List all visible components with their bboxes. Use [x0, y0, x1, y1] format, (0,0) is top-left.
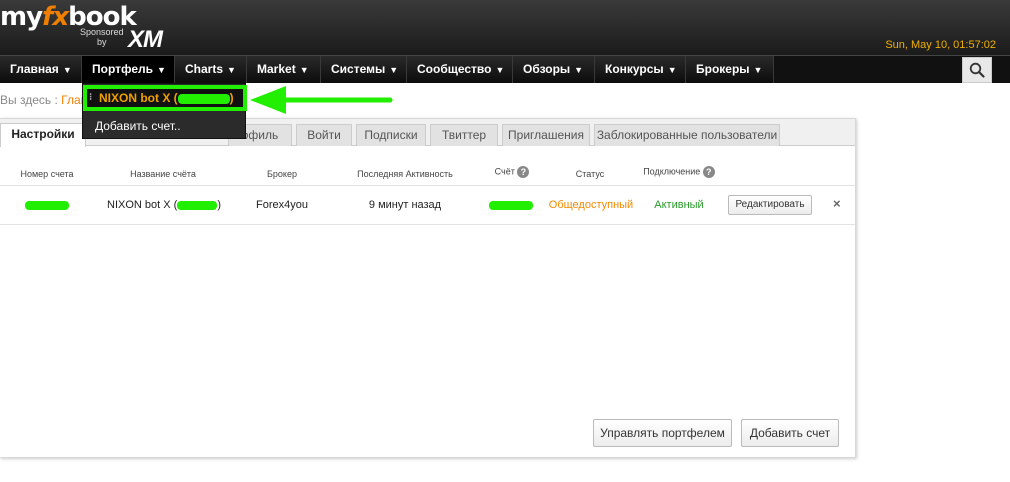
nav-contests[interactable]: Конкурсы ▼ [595, 56, 686, 83]
drag-handle-icon[interactable]: ⁝ [89, 89, 92, 107]
nav-market[interactable]: Market ▼ [247, 56, 321, 83]
caret-down-icon: ▼ [495, 65, 505, 75]
sponsored-by-text: Sponsored by [80, 27, 124, 47]
search-button[interactable] [962, 57, 992, 83]
last-activity: 9 минут назад [368, 199, 442, 211]
header-broker: Брокер [267, 169, 297, 179]
site-header: myfxbook Sponsored by XM Sun, May 10, 01:… [0, 0, 1010, 55]
close-icon[interactable]: × [833, 196, 841, 211]
help-icon[interactable]: ? [702, 166, 715, 178]
table-row: NIXON bot X () Forex4you 9 минут назад О… [0, 185, 855, 225]
dropdown-item-add-account[interactable]: Добавить счет.. [95, 119, 181, 133]
accounts-table-header: Номер счета Название счёта Брокер Послед… [0, 165, 855, 185]
caret-down-icon: ▼ [157, 65, 166, 75]
redaction-mark [177, 93, 230, 104]
status-badge: Общедоступный [548, 199, 634, 211]
tab-invitations[interactable]: Приглашения [502, 124, 590, 146]
header-connection-label: Подключение [643, 166, 701, 177]
nav-portfolio[interactable]: Портфель ▼ [82, 56, 175, 83]
caret-down-icon: ▼ [62, 65, 72, 75]
connection-status: Активный [654, 199, 704, 211]
header-score-label: Счёт [494, 166, 515, 177]
edit-button[interactable]: Редактировать [728, 195, 812, 215]
header-status: Статус [575, 169, 605, 179]
tab-blocked-users[interactable]: Заблокированные пользователи [594, 124, 780, 146]
redaction-mark [489, 200, 533, 210]
account-name[interactable]: NIXON bot X () [102, 199, 226, 211]
dropdown-item-account[interactable]: ⁝ NIXON bot X () [83, 85, 247, 111]
tab-login[interactable]: Войти [296, 124, 352, 146]
add-account-button[interactable]: Добавить счет [741, 419, 839, 447]
header-score: Счёт ? [482, 166, 542, 178]
datetime: Sun, May 10, 01:57:02 [885, 39, 996, 51]
tab-subscriptions[interactable]: Подписки [356, 124, 426, 146]
caret-down-icon: ▼ [667, 65, 677, 75]
nav-reviews[interactable]: Обзоры ▼ [513, 56, 595, 83]
help-icon[interactable]: ? [517, 166, 530, 178]
header-connection: Подключение ? [636, 166, 722, 178]
caret-down-icon: ▼ [299, 65, 309, 75]
nav-systems[interactable]: Системы ▼ [321, 56, 407, 83]
manage-portfolio-button[interactable]: Управлять портфелем [593, 419, 732, 447]
tab-twitter[interactable]: Твиттер [430, 124, 498, 146]
nav-home[interactable]: Главная ▼ [0, 56, 82, 83]
caret-down-icon: ▼ [574, 65, 584, 75]
redaction-mark [177, 200, 218, 210]
redaction-mark [25, 200, 69, 210]
header-last-activity: Последняя Активность [357, 169, 453, 179]
nav-brokers[interactable]: Брокеры ▼ [686, 56, 774, 83]
annotation-arrow-icon [250, 86, 393, 114]
caret-down-icon: ▼ [753, 65, 763, 75]
account-number-redacted [24, 199, 70, 211]
header-account-number: Номер счета [20, 169, 74, 179]
search-icon [969, 62, 985, 78]
broker-name[interactable]: Forex4you [250, 199, 314, 211]
breadcrumb-prefix: Вы здесь : [0, 93, 58, 107]
tab-settings[interactable]: Настройки [0, 123, 86, 147]
breadcrumb: Вы здесь : Глав [0, 93, 87, 107]
nav-charts[interactable]: Charts ▼ [175, 56, 247, 83]
caret-down-icon: ▼ [389, 65, 399, 75]
score-redacted [488, 199, 534, 211]
page: myfxbook Sponsored by XM Sun, May 10, 01:… [0, 0, 1010, 482]
portfolio-dropdown-menu: ⁝ NIXON bot X () Добавить счет.. [82, 83, 247, 139]
caret-down-icon: ▼ [227, 65, 236, 75]
settings-panel: Настройки офиль Войти Подписки Твиттер П… [0, 118, 856, 458]
nav-community[interactable]: Сообщество ▼ [407, 56, 513, 83]
main-nav: Главная ▼ Портфель ▼ Charts ▼ Market ▼ Систе… [0, 55, 1010, 83]
sponsor-logo[interactable]: XM [128, 26, 163, 54]
header-account-name: Название счёта [130, 169, 196, 179]
